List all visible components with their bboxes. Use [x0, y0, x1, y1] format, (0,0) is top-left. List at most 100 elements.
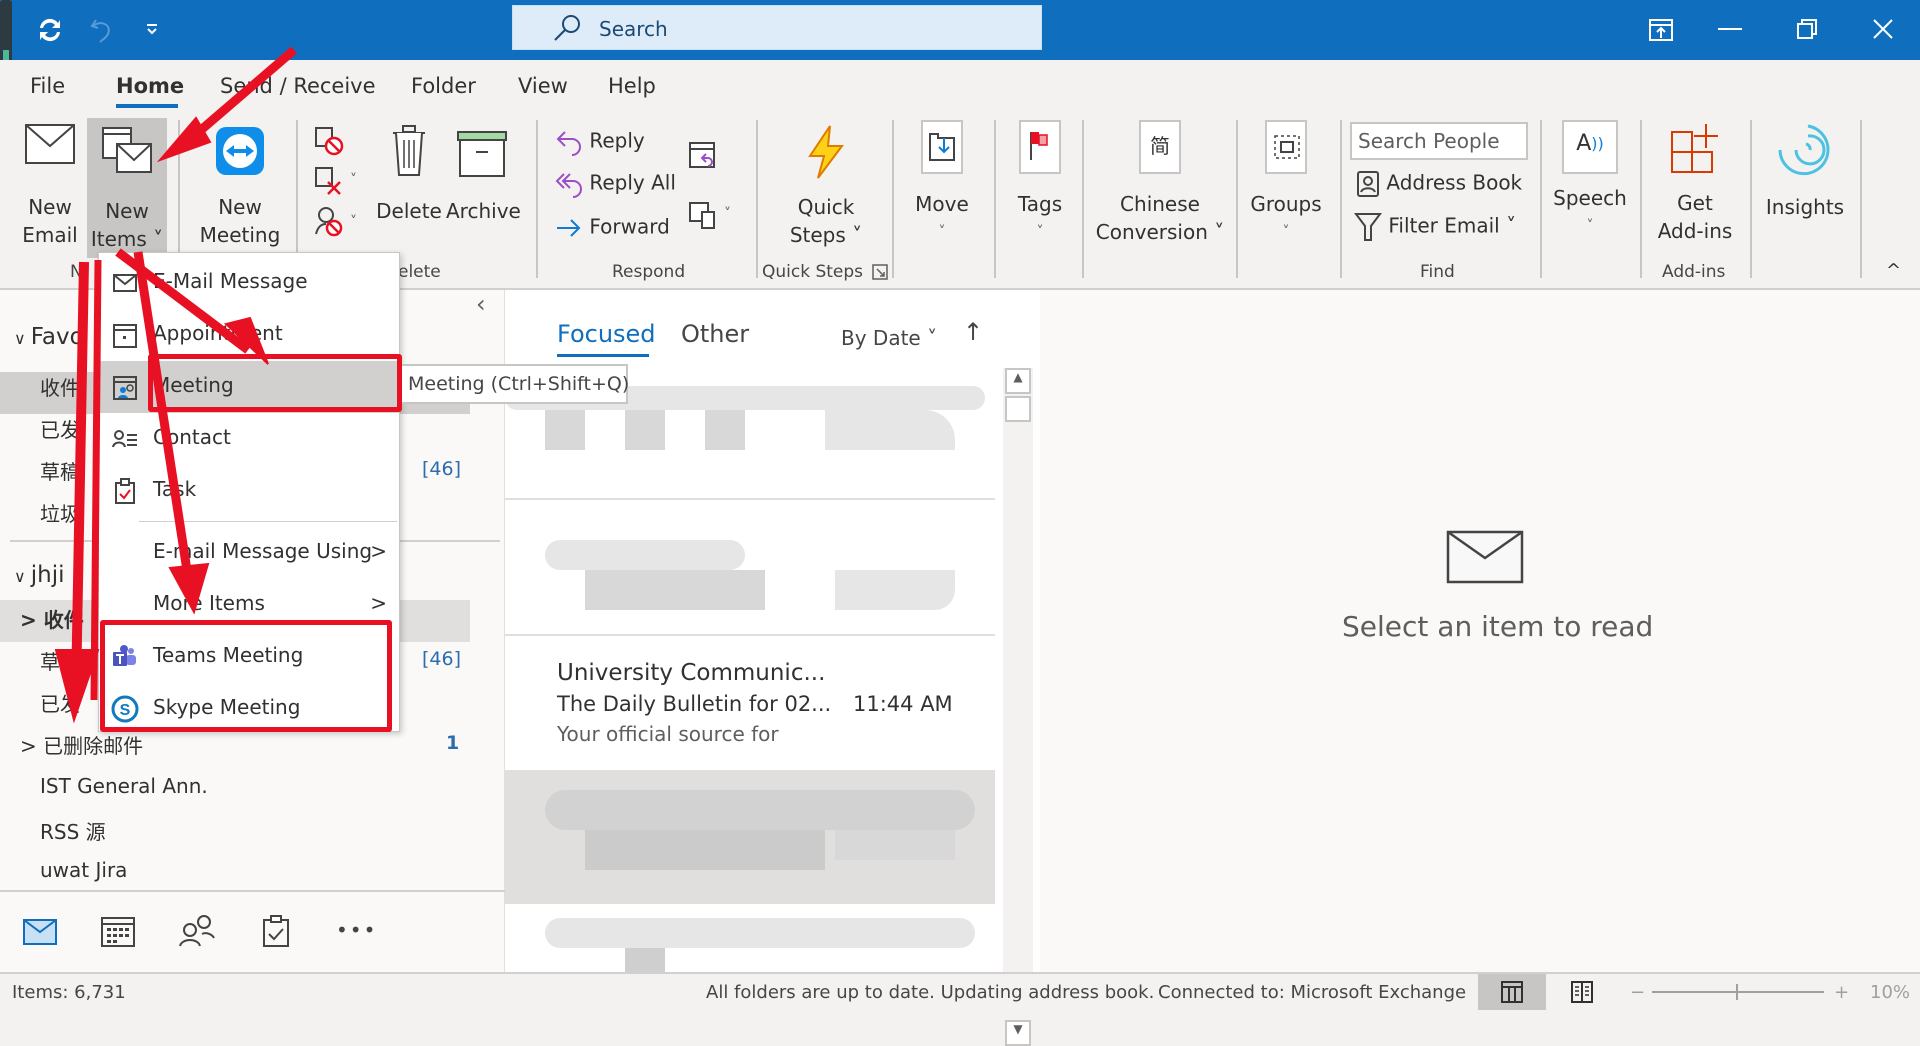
scrollbar[interactable]: ▲ ▼ — [1003, 368, 1033, 1046]
calendar-icon[interactable] — [100, 914, 136, 948]
tab-view[interactable]: View — [518, 74, 568, 98]
clean-up-icon[interactable] — [314, 166, 344, 196]
forward-button[interactable]: Forward — [555, 214, 670, 242]
customize-icon[interactable] — [144, 22, 160, 38]
normal-view-button[interactable] — [1478, 974, 1546, 1010]
reply-all-label: Reply All — [589, 170, 676, 195]
tab-send-receive[interactable]: Send / Receive — [220, 74, 376, 98]
annotation-box-online-meetings — [100, 620, 392, 732]
message-item[interactable]: University Communic... The Daily Bulleti… — [505, 636, 995, 770]
scroll-thumb[interactable] — [1005, 396, 1031, 422]
tab-file[interactable]: File — [30, 74, 65, 98]
close-icon[interactable] — [1872, 18, 1894, 40]
tab-folder[interactable]: Folder — [411, 74, 476, 98]
get-addins-button[interactable]: Get Add-ins — [1652, 120, 1738, 245]
separator — [536, 120, 538, 278]
filter-email-button[interactable]: Filter Email ˅ — [1354, 212, 1516, 242]
account-header[interactable]: ∨ jhji — [14, 562, 65, 588]
item-count: Items: 6,731 — [12, 982, 126, 1003]
people-icon[interactable] — [178, 914, 216, 948]
title-bar: Search — [0, 0, 1920, 100]
folder-junk[interactable]: 垃圾 — [40, 498, 80, 527]
zoom-in-button[interactable]: + — [1834, 982, 1849, 1003]
collapse-folder-pane-icon[interactable]: ‹ — [476, 290, 486, 318]
menu-item-email-message-using[interactable]: E-mail Message Using > — [99, 527, 399, 579]
email-icon — [113, 274, 137, 292]
folder-ist-general[interactable]: IST General Ann. — [40, 774, 208, 798]
reading-view-icon[interactable] — [1570, 980, 1594, 1004]
sort-by-date[interactable]: By Date ˅ — [841, 326, 937, 350]
meeting-reply-icon[interactable] — [688, 138, 718, 170]
delete-button[interactable]: Delete — [376, 124, 442, 225]
message-item-blurred[interactable] — [505, 520, 995, 630]
address-book-button[interactable]: Address Book — [1356, 170, 1522, 198]
search-box[interactable]: Search — [512, 5, 1042, 50]
search-people-input[interactable]: Search People — [1350, 122, 1528, 160]
archive-button[interactable]: Archive — [446, 130, 521, 225]
folder-account-sent[interactable]: 已发 — [40, 688, 80, 717]
folder-account-drafts[interactable]: 草稿 — [40, 646, 80, 675]
insights-button[interactable]: Insights — [1762, 122, 1848, 221]
get-addins-label-2: Add-ins — [1657, 219, 1733, 243]
folder-uwat-jira[interactable]: uwat Jira — [40, 858, 127, 882]
ignore-icon[interactable] — [314, 126, 344, 156]
unread-count: [46] — [422, 648, 462, 670]
ribbon-display-icon[interactable] — [1648, 18, 1674, 42]
chinese-conversion-button[interactable]: 简 Chinese Conversion ˅ — [1094, 120, 1226, 246]
minimize-icon[interactable] — [1718, 28, 1742, 32]
new-email-button[interactable]: New Email — [12, 124, 88, 249]
tags-label: Tags — [1017, 192, 1063, 216]
empty-reading-text: Select an item to read — [1342, 610, 1654, 643]
speech-button[interactable]: A)) Speech ˅ — [1552, 120, 1628, 240]
im-reply-icon[interactable] — [688, 198, 718, 230]
menu-item-task[interactable]: Task — [99, 465, 399, 517]
zoom-slider[interactable] — [1652, 991, 1824, 993]
sort-direction-icon[interactable]: ↑ — [963, 318, 983, 346]
favorites-header[interactable]: ∨ Favo — [14, 324, 84, 350]
tasks-icon[interactable] — [262, 914, 290, 948]
move-button[interactable]: Move ˅ — [908, 120, 976, 246]
folder-sent[interactable]: 已发 — [40, 414, 80, 443]
folder-drafts[interactable]: 草稿 — [40, 456, 80, 485]
sync-icon[interactable] — [34, 14, 66, 46]
dialog-launcher-icon[interactable] — [872, 264, 888, 280]
quick-steps-button[interactable]: Quick Steps ˅ — [778, 124, 874, 249]
mail-icon[interactable] — [22, 918, 58, 946]
scroll-down-icon[interactable]: ▼ — [1005, 1020, 1031, 1046]
message-item-blurred[interactable] — [505, 770, 995, 904]
chevron-right-icon: > — [370, 591, 387, 615]
message-item-blurred[interactable] — [505, 908, 995, 972]
chevron-down-icon: ˅ — [927, 326, 938, 350]
tags-button[interactable]: Tags ˅ — [1006, 120, 1074, 246]
undo-icon[interactable] — [88, 14, 118, 46]
scroll-up-icon[interactable]: ▲ — [1005, 368, 1031, 394]
junk-icon[interactable] — [314, 206, 344, 238]
new-items-button[interactable]: New Items ˅ — [87, 118, 167, 258]
tab-help[interactable]: Help — [608, 74, 656, 98]
chinese-conversion-label-1: Chinese — [1120, 192, 1200, 216]
zoom-slider-thumb[interactable] — [1736, 984, 1738, 1000]
reply-all-button[interactable]: Reply All — [555, 170, 676, 198]
groups-button[interactable]: Groups ˅ — [1248, 120, 1324, 246]
chevron-down-icon[interactable]: ˅ — [724, 206, 731, 222]
zoom-level[interactable]: 10% — [1870, 982, 1910, 1003]
chevron-down-icon[interactable]: ˅ — [350, 172, 357, 188]
zoom-out-button[interactable]: − — [1630, 982, 1645, 1003]
more-icon[interactable]: ••• — [336, 918, 377, 942]
menu-item-contact[interactable]: Contact — [99, 413, 399, 465]
restore-icon[interactable] — [1796, 18, 1818, 40]
menu-item-email-message[interactable]: E-Mail Message — [99, 257, 399, 309]
tab-home[interactable]: Home — [116, 74, 184, 98]
tab-other[interactable]: Other — [681, 320, 749, 348]
menu-item-label: Task — [153, 477, 197, 501]
folder-rss[interactable]: RSS 源 — [40, 816, 106, 845]
folder-inbox[interactable]: 收件 — [40, 372, 80, 401]
folder-account-inbox[interactable]: > 收件 — [20, 604, 84, 633]
reply-button[interactable]: Reply — [555, 128, 645, 156]
move-icon — [929, 133, 955, 161]
tab-focused[interactable]: Focused — [557, 320, 656, 348]
chevron-down-icon[interactable]: ˅ — [350, 214, 357, 230]
new-meeting-button[interactable]: New Meeting — [195, 124, 285, 249]
collapse-ribbon-icon[interactable]: ^ — [1886, 260, 1901, 281]
account-label: jhji — [30, 562, 65, 588]
